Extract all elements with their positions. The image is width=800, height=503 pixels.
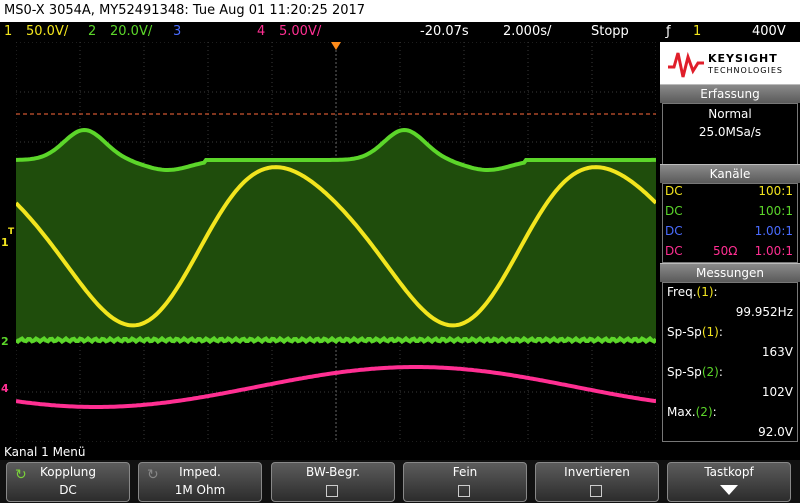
ch1-number[interactable]: 1 bbox=[4, 22, 12, 42]
meas3-value: 102V bbox=[761, 385, 793, 399]
run-state[interactable]: Stopp bbox=[591, 22, 629, 42]
instrument-title: MS0-X 3054A, MY52491348: Tue Aug 01 11:2… bbox=[4, 3, 366, 18]
trigger-marker: T bbox=[8, 227, 15, 237]
softkey-probe[interactable]: Tastkopf bbox=[667, 462, 791, 502]
ch2-ground-marker[interactable]: 2 bbox=[1, 336, 9, 348]
submenu-arrow-icon bbox=[668, 483, 790, 500]
ch1-coupling: DC bbox=[665, 184, 683, 198]
fine-checkbox[interactable] bbox=[458, 485, 470, 497]
measurements-header: Messungen bbox=[660, 263, 800, 282]
meas1-value: 99.952Hz bbox=[735, 305, 793, 319]
ch4-impedance: 50Ω bbox=[713, 244, 738, 258]
side-panel: KEYSIGHT TECHNOLOGIES Erfassung Normal 2… bbox=[660, 42, 800, 442]
softkey-fine-title: Fein bbox=[452, 465, 478, 479]
meas3-label: Sp-Sp(2): bbox=[667, 365, 723, 379]
trigger-position-icon bbox=[331, 42, 341, 50]
meas2-label: Sp-Sp(1): bbox=[667, 325, 723, 339]
softkey-invert-title: Invertieren bbox=[564, 465, 630, 479]
ch1-scale[interactable]: 50.0V/ bbox=[26, 22, 68, 42]
ch2-number[interactable]: 2 bbox=[88, 22, 96, 42]
bw-limit-checkbox[interactable] bbox=[326, 485, 338, 497]
ch3-coupling: DC bbox=[665, 224, 683, 238]
softkey-kopplung[interactable]: ↻ Kopplung DC bbox=[6, 462, 130, 502]
softkey-imped-value: 1M Ohm bbox=[174, 483, 226, 497]
ch2-scale[interactable]: 20.0V/ bbox=[110, 22, 152, 42]
softkey-kopplung-title: Kopplung bbox=[39, 465, 96, 479]
meas4-value: 92.0V bbox=[758, 425, 793, 439]
invert-checkbox[interactable] bbox=[590, 485, 602, 497]
softkey-imped-title: Imped. bbox=[179, 465, 221, 479]
meas1-label: Freq.(1): bbox=[667, 285, 718, 299]
ch3-probe: 1.00:1 bbox=[754, 224, 793, 238]
time-scale[interactable]: 2.000s/ bbox=[503, 22, 551, 42]
softkey-bw-title: BW-Begr. bbox=[306, 465, 360, 479]
ch4-ground-marker[interactable]: 4 bbox=[1, 383, 9, 395]
softkey-bw-limit[interactable]: BW-Begr. bbox=[271, 462, 395, 502]
ch4-scale[interactable]: 5.00V/ bbox=[279, 22, 321, 42]
acquisition-header: Erfassung bbox=[660, 84, 800, 103]
softkey-kopplung-value: DC bbox=[59, 483, 77, 497]
waveform-canvas bbox=[16, 42, 656, 442]
waveform-display[interactable] bbox=[16, 42, 656, 442]
ch2-probe: 100:1 bbox=[758, 204, 793, 218]
ch1-probe: 100:1 bbox=[758, 184, 793, 198]
ch4-probe: 1.00:1 bbox=[754, 244, 793, 258]
brand-name: KEYSIGHT bbox=[708, 52, 778, 65]
meas2-value: 163V bbox=[761, 345, 793, 359]
meas4-label: Max.(2): bbox=[667, 405, 717, 419]
measurements-box[interactable]: Freq.(1): 99.952Hz Sp-Sp(1): 163V Sp-Sp(… bbox=[662, 282, 798, 442]
softkey-fine[interactable]: Fein bbox=[403, 462, 527, 502]
acquisition-box[interactable]: Normal 25.0MSa/s bbox=[662, 103, 798, 165]
softkey-probe-title: Tastkopf bbox=[704, 465, 754, 479]
channels-box[interactable]: DC 100:1 DC 100:1 DC 1.00:1 DC 50Ω 1.00:… bbox=[662, 183, 798, 263]
brand-sub: TECHNOLOGIES bbox=[708, 66, 783, 75]
trigger-level[interactable]: 400V bbox=[752, 22, 786, 42]
ch2-lower-trace bbox=[16, 335, 656, 345]
trigger-edge-icon: ƒ bbox=[666, 24, 671, 39]
brand-logo: KEYSIGHT TECHNOLOGIES bbox=[660, 42, 800, 86]
ch3-number[interactable]: 3 bbox=[173, 22, 181, 42]
title-bar: MS0-X 3054A, MY52491348: Tue Aug 01 11:2… bbox=[0, 0, 800, 22]
ch4-coupling: DC bbox=[665, 244, 683, 258]
sample-rate: 25.0MSa/s bbox=[698, 125, 762, 139]
softkey-invert[interactable]: Invertieren bbox=[535, 462, 659, 502]
softkey-imped[interactable]: ↻ Imped. 1M Ohm bbox=[138, 462, 262, 502]
channel-markers: T 1 2 4 bbox=[0, 42, 16, 442]
ch2-coupling: DC bbox=[665, 204, 683, 218]
menu-title: Kanal 1 Menü bbox=[0, 444, 800, 460]
keysight-wave-icon bbox=[668, 51, 704, 78]
trigger-source[interactable]: 1 bbox=[693, 22, 701, 42]
softkey-bar: ↻ Kopplung DC ↻ Imped. 1M Ohm BW-Begr. F… bbox=[0, 460, 800, 503]
channel-status-bar: 1 50.0V/ 2 20.0V/ 3 4 5.00V/ -20.07s 2.0… bbox=[0, 22, 800, 42]
ch4-number[interactable]: 4 bbox=[257, 22, 265, 42]
time-delay[interactable]: -20.07s bbox=[420, 22, 469, 42]
channels-header: Kanäle bbox=[660, 164, 800, 183]
acquisition-mode: Normal bbox=[708, 107, 752, 121]
ch1-ground-marker[interactable]: 1 bbox=[1, 237, 9, 249]
